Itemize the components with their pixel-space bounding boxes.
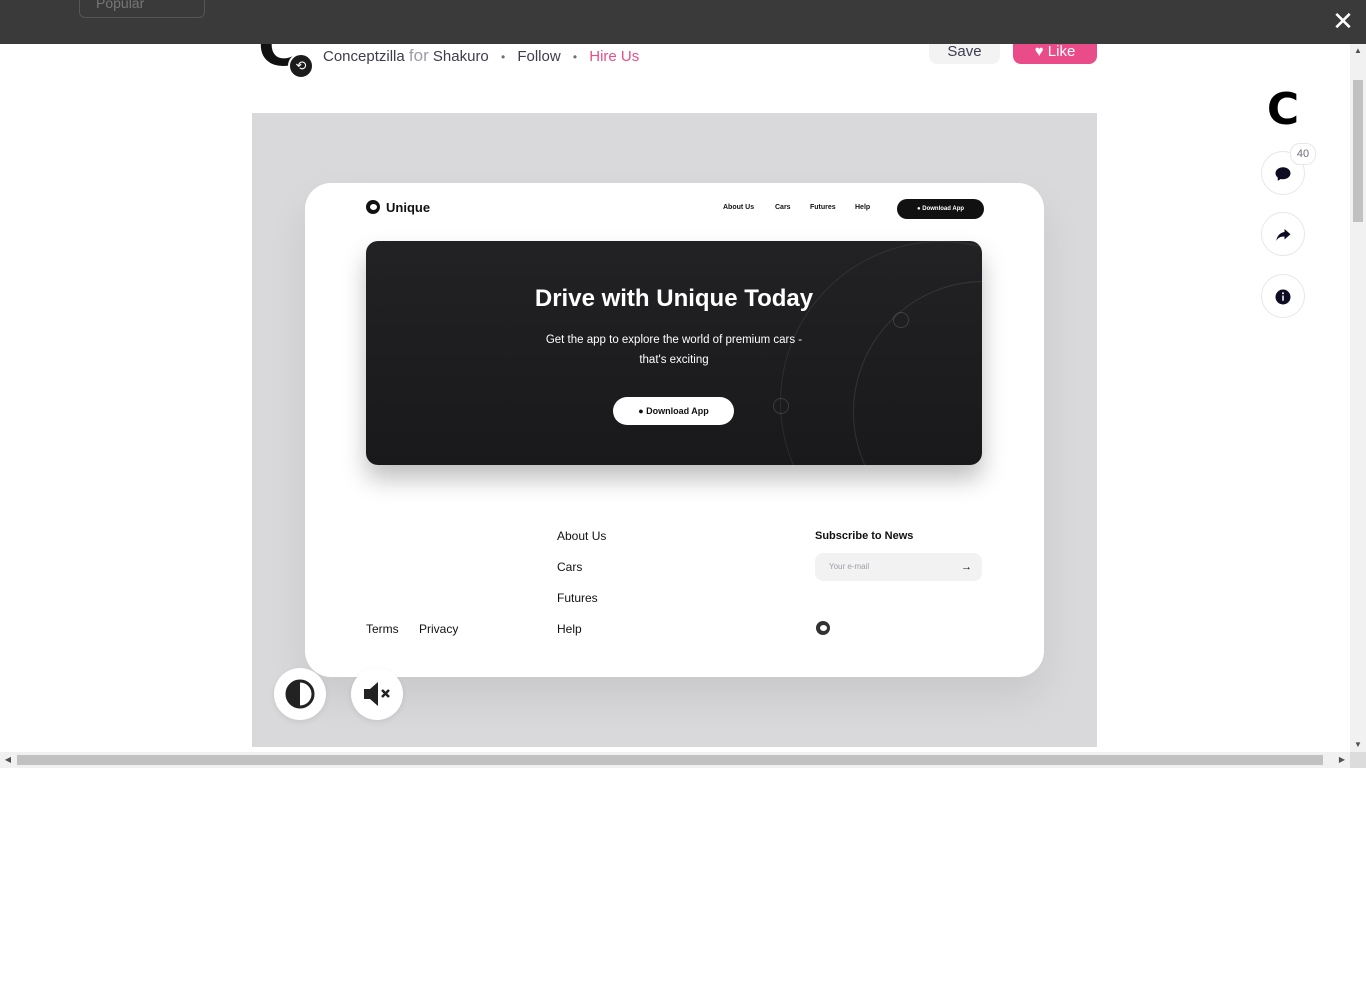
scroll-left-icon[interactable]: ◀ <box>0 752 16 768</box>
mockup-nav-help: Help <box>855 204 871 211</box>
shot-modal: C ⟲ Conceptzilla for Shakuro • Follow • … <box>0 44 1350 752</box>
arrow-right-icon: → <box>961 561 972 573</box>
mute-toggle[interactable] <box>351 668 403 720</box>
hero-button-label: Download App <box>646 406 709 416</box>
share-icon <box>1276 229 1291 242</box>
footer-terms: Terms <box>366 622 399 636</box>
author-name[interactable]: Conceptzilla <box>323 48 405 65</box>
mute-icon <box>364 682 390 706</box>
footer-link-help: Help <box>557 622 582 636</box>
close-button[interactable]: ✕ <box>1332 8 1354 34</box>
scroll-right-icon[interactable]: ▶ <box>1334 752 1350 768</box>
scroll-down-icon[interactable]: ▼ <box>1350 738 1366 752</box>
scroll-corner <box>1350 752 1366 768</box>
separator-dot: • <box>572 50 578 64</box>
scroll-up-icon[interactable]: ▲ <box>1350 44 1366 58</box>
follow-link[interactable]: Follow <box>517 48 560 65</box>
subscribe-title: Subscribe to News <box>815 530 914 542</box>
footer-link-about: About Us <box>557 529 607 543</box>
contrast-icon <box>285 679 315 709</box>
author-avatar[interactable]: C ⟲ <box>258 44 314 79</box>
footer-privacy: Privacy <box>419 622 459 636</box>
hero-subtitle: Get the app to explore the world of prem… <box>545 334 803 366</box>
separator-dot: • <box>500 50 506 64</box>
footer-link-cars: Cars <box>557 560 583 574</box>
team-name[interactable]: Shakuro <box>433 48 489 65</box>
scroll-thumb[interactable] <box>17 755 1323 765</box>
byline: Conceptzilla for Shakuro • Follow • Hire… <box>323 46 639 66</box>
email-field: Your e-mail → <box>815 553 982 581</box>
contrast-toggle[interactable] <box>274 668 326 720</box>
hero-node <box>893 312 909 328</box>
mockup-nav-about: About Us <box>723 204 755 211</box>
popular-filter: Popular <box>79 0 205 18</box>
website-mockup: Unique About Us Cars Futures Help ● Down… <box>305 183 1044 677</box>
mockup-nav-download: ● Download App <box>897 199 984 219</box>
hero-node <box>773 398 789 414</box>
info-icon <box>1275 289 1291 305</box>
nav-download-label: Download App <box>922 206 965 212</box>
save-button[interactable]: Save <box>929 44 1000 64</box>
for-label: for <box>408 46 429 65</box>
designer-logo[interactable]: C <box>1261 88 1305 132</box>
info-button[interactable] <box>1261 274 1305 318</box>
comment-icon <box>1275 167 1291 181</box>
scroll-thumb[interactable] <box>1353 80 1363 222</box>
mockup-nav-futures: Futures <box>810 204 836 211</box>
apple-icon: ● <box>638 406 647 416</box>
hire-us-link[interactable]: Hire Us <box>589 48 639 65</box>
share-button[interactable] <box>1261 212 1305 256</box>
hero-title: Drive with Unique Today <box>534 285 814 312</box>
brand-name: Unique <box>386 200 431 215</box>
horizontal-scrollbar[interactable]: ◀ ▶ <box>0 752 1350 768</box>
footer-logo-icon <box>816 621 830 635</box>
vertical-scrollbar[interactable]: ▲ ▼ <box>1350 44 1366 752</box>
comment-count-badge: 40 <box>1290 143 1316 165</box>
like-button[interactable]: ♥ Like <box>1013 44 1097 64</box>
email-placeholder: Your e-mail <box>829 562 870 571</box>
overlay-topbar: Popular ✕ <box>0 0 1366 44</box>
hero-download-button: ● Download App <box>613 397 734 425</box>
brand-logo-icon <box>366 200 380 214</box>
footer-link-futures: Futures <box>557 591 598 605</box>
team-badge-icon: ⟲ <box>288 53 314 79</box>
mockup-nav-cars: Cars <box>775 204 791 211</box>
shot-media: Unique About Us Cars Futures Help ● Down… <box>252 113 1097 747</box>
mockup-brand: Unique <box>366 200 430 215</box>
mockup-hero: Drive with Unique Today Get the app to e… <box>366 241 982 465</box>
